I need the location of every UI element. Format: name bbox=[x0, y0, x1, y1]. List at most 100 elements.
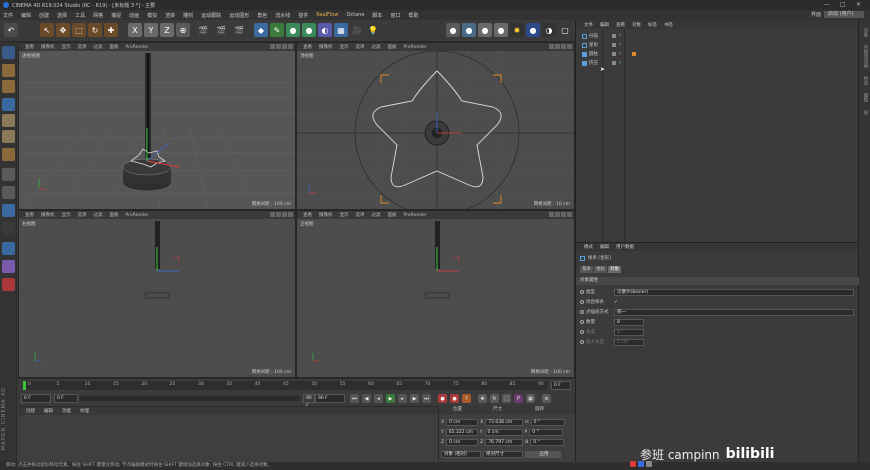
pla-key-icon[interactable]: ▦ bbox=[526, 394, 535, 403]
scale-key-icon[interactable]: ⬚ bbox=[502, 394, 511, 403]
octane-sphere-icon[interactable]: ● bbox=[462, 23, 476, 37]
viewport-top[interactable]: 查看 摄像机 显示 选项 过滤 面板 ProRender 顶视图 网格间距 : 10 cm bbox=[296, 42, 575, 210]
frame-range-slider[interactable] bbox=[80, 396, 300, 401]
object-row[interactable]: 圆柱 ✓ bbox=[582, 50, 636, 58]
menu-item[interactable]: 雕刻 bbox=[183, 12, 193, 19]
octane-material-icon[interactable]: ● bbox=[446, 23, 460, 37]
side-tab[interactable]: 层 bbox=[862, 110, 868, 115]
end-b-field[interactable]: 90 F bbox=[315, 394, 345, 403]
snap-icon[interactable] bbox=[2, 186, 15, 199]
menu-item[interactable]: 渲染 bbox=[165, 12, 175, 19]
apply-button[interactable]: 应用 bbox=[525, 450, 561, 458]
contrast-icon[interactable]: ◑ bbox=[542, 23, 556, 37]
object-flags[interactable]: ✓ bbox=[612, 52, 636, 57]
menu-item[interactable]: 捕捉 bbox=[111, 12, 121, 19]
object-row[interactable]: 扫描 ✓ bbox=[582, 32, 622, 40]
go-start-icon[interactable]: ⏮ bbox=[350, 394, 359, 403]
subtab-coords[interactable]: 坐标 bbox=[594, 266, 607, 273]
end-a-field[interactable]: 90 F bbox=[303, 394, 315, 409]
layer-icon[interactable] bbox=[2, 242, 15, 255]
side-tab[interactable]: 内容浏览器 bbox=[862, 45, 868, 68]
ime-icon[interactable] bbox=[630, 461, 636, 467]
menu-item[interactable]: 脚本 bbox=[372, 12, 382, 19]
object-row[interactable]: 挤压 ✓ bbox=[582, 59, 622, 67]
timeline-window-icon[interactable]: ≡ bbox=[542, 394, 551, 403]
texture-mode-icon[interactable] bbox=[2, 80, 15, 93]
menu-item[interactable]: 文件 bbox=[3, 12, 13, 19]
menu-item[interactable]: 角色 bbox=[257, 12, 267, 19]
octane-sphere3-icon[interactable]: ● bbox=[494, 23, 508, 37]
octane-render-icon[interactable]: ● bbox=[526, 23, 540, 37]
next-key-icon[interactable]: ▶ bbox=[410, 394, 419, 403]
undo-icon[interactable]: ↶ bbox=[4, 23, 18, 37]
number-field[interactable]: 8 bbox=[614, 318, 644, 326]
menu-item[interactable]: 选择 bbox=[57, 12, 67, 19]
position-key-icon[interactable]: ✥ bbox=[478, 394, 487, 403]
menu-item[interactable]: 创建 bbox=[39, 12, 49, 19]
param-key-icon[interactable]: P bbox=[514, 394, 523, 403]
menu-tab[interactable]: 编辑 bbox=[600, 244, 609, 250]
menu-item[interactable]: 流水线 bbox=[275, 12, 290, 19]
start-frame-field[interactable]: 0 F bbox=[21, 394, 51, 403]
solo-icon[interactable] bbox=[2, 222, 15, 235]
anim-dot-icon[interactable] bbox=[580, 310, 584, 314]
go-end-icon[interactable]: ⏭ bbox=[422, 394, 431, 403]
layout-select[interactable]: 启动 (用户) bbox=[824, 11, 864, 18]
nurbs-icon[interactable]: ● bbox=[286, 23, 300, 37]
keyframe-selection-icon[interactable]: ? bbox=[462, 394, 471, 403]
rot-h-field[interactable]: 0 ° bbox=[530, 418, 565, 426]
menu-tab[interactable]: 纹理 bbox=[80, 408, 89, 414]
side-tab[interactable]: 构造 bbox=[862, 76, 868, 85]
sun-icon[interactable]: ✹ bbox=[510, 23, 524, 37]
light-icon[interactable]: 💡 bbox=[366, 23, 380, 37]
camera-icon[interactable]: 🎥 bbox=[350, 23, 364, 37]
type-select[interactable]: 贝塞尔(Bezier) bbox=[614, 288, 854, 296]
coordinate-system-icon[interactable]: ⊕ bbox=[176, 23, 190, 37]
menu-tab[interactable]: 查看 bbox=[616, 22, 625, 28]
playhead[interactable] bbox=[23, 381, 26, 390]
anim-dot-icon[interactable] bbox=[580, 290, 584, 294]
rot-b-field[interactable]: 0 ° bbox=[530, 438, 565, 446]
menu-item[interactable]: 动画 bbox=[129, 12, 139, 19]
spline-pen-icon[interactable]: ✎ bbox=[270, 23, 284, 37]
paint-icon[interactable] bbox=[2, 260, 15, 273]
rotate-icon[interactable]: ↻ bbox=[88, 23, 102, 37]
pos-z-field[interactable]: 0 cm bbox=[446, 438, 479, 446]
anim-dot-icon[interactable] bbox=[580, 320, 584, 324]
coord-mode-select[interactable]: 对象 (相对) bbox=[441, 450, 481, 458]
play-icon[interactable]: ▶ bbox=[386, 394, 395, 403]
autokey-icon[interactable]: ● bbox=[450, 394, 459, 403]
timeline-end-field[interactable]: 0 F bbox=[551, 381, 571, 390]
menu-tab[interactable]: 用户数据 bbox=[616, 244, 634, 250]
size-y-field[interactable]: 0 cm bbox=[484, 428, 523, 436]
close-icon[interactable]: ✕ bbox=[856, 1, 861, 8]
menu-tab[interactable]: 书签 bbox=[664, 22, 673, 28]
menu-item[interactable]: 网格 bbox=[93, 12, 103, 19]
timeline-ruler[interactable]: 0 5 10 15 20 25 30 35 40 45 50 55 60 65 70 75 80 85 90 bbox=[23, 381, 548, 390]
recent-tool-icon[interactable]: ✚ bbox=[104, 23, 118, 37]
tweak-icon[interactable] bbox=[2, 168, 15, 181]
viewport-front[interactable]: 查看 摄像机 显示 选项 过滤 面板 ProRender 正视图 网格间距 : 100 cm bbox=[296, 210, 575, 378]
subtab-basic[interactable]: 基本 bbox=[580, 266, 593, 273]
menu-tab[interactable]: 模式 bbox=[584, 244, 593, 250]
octane-ball-icon[interactable] bbox=[2, 278, 15, 291]
model-mode-icon[interactable] bbox=[2, 64, 15, 77]
cube-icon[interactable]: ◆ bbox=[254, 23, 268, 37]
points-mode-icon[interactable] bbox=[2, 98, 15, 111]
scale-icon[interactable]: ⬚ bbox=[72, 23, 86, 37]
object-flags[interactable]: ✓ bbox=[612, 43, 622, 48]
record-icon[interactable]: ● bbox=[438, 394, 447, 403]
menu-item[interactable]: 工具 bbox=[75, 12, 85, 19]
size-x-field[interactable]: 73.038 cm bbox=[485, 418, 524, 426]
current-frame-field[interactable]: 0 F bbox=[54, 394, 78, 403]
menu-tab[interactable]: 编辑 bbox=[600, 22, 609, 28]
menu-tab[interactable]: 文件 bbox=[584, 22, 593, 28]
rotation-key-icon[interactable]: ↻ bbox=[490, 394, 499, 403]
tray-icon[interactable] bbox=[646, 461, 652, 467]
next-frame-icon[interactable]: ▸ bbox=[398, 394, 407, 403]
octane-sphere2-icon[interactable]: ● bbox=[478, 23, 492, 37]
pos-y-field[interactable]: 65.322 cm bbox=[445, 428, 478, 436]
object-flags[interactable]: ✓ bbox=[612, 61, 622, 66]
size-mode-select[interactable]: 绝对尺寸 bbox=[483, 450, 523, 458]
object-flags[interactable]: ✓ bbox=[612, 34, 622, 39]
